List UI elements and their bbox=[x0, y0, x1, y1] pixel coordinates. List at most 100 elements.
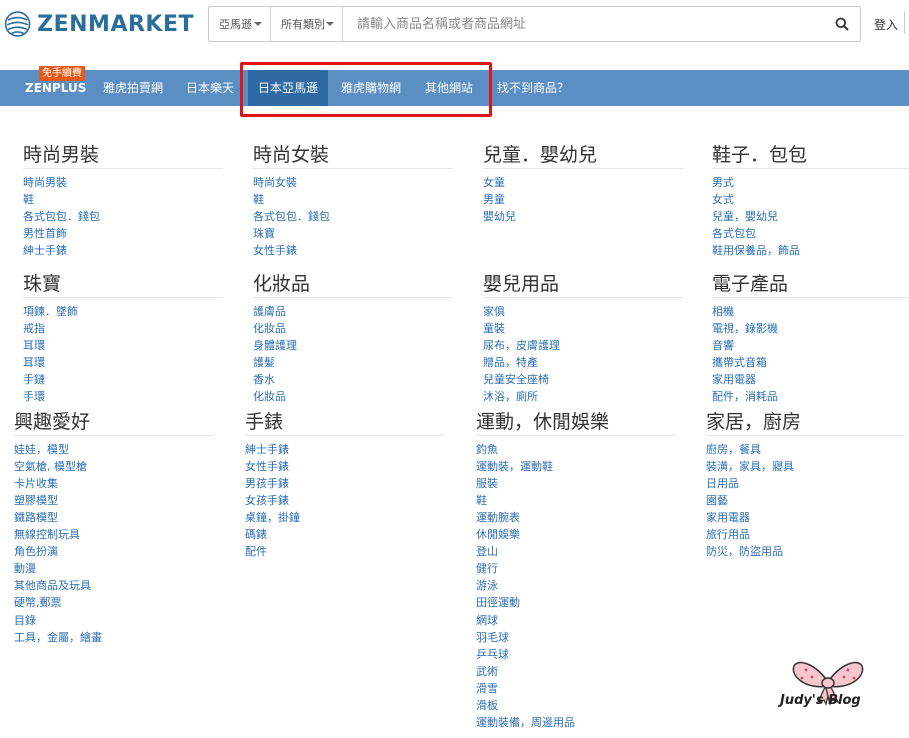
category-link[interactable]: 動漫 bbox=[14, 562, 36, 576]
category-title[interactable]: 兒童．嬰幼兒 bbox=[483, 140, 597, 167]
category-title[interactable]: 珠寶 bbox=[23, 269, 61, 296]
category-link[interactable]: 廚房，餐具 bbox=[706, 443, 761, 457]
category-link[interactable]: 鞋用保養品，飾品 bbox=[712, 244, 800, 258]
category-link[interactable]: 配件，消耗品 bbox=[712, 390, 778, 404]
category-link[interactable]: 空氣槍, 模型槍 bbox=[14, 460, 87, 474]
category-title[interactable]: 時尚男裝 bbox=[23, 140, 99, 167]
category-link[interactable]: 滑雪 bbox=[476, 682, 498, 696]
category-link[interactable]: 運動裝，運動鞋 bbox=[476, 460, 553, 474]
category-link[interactable]: 鞋 bbox=[476, 494, 487, 508]
category-link[interactable]: 田徑運動 bbox=[476, 596, 520, 610]
category-link[interactable]: 運動裝備，周邊用品 bbox=[476, 716, 575, 730]
category-link[interactable]: 電視，錄影機 bbox=[712, 322, 778, 336]
category-link[interactable]: 其他商品及玩具 bbox=[14, 579, 91, 593]
category-link[interactable]: 女孩手錶 bbox=[245, 494, 289, 508]
category-select[interactable]: 所有類別 bbox=[271, 7, 343, 41]
category-link[interactable]: 工具，金屬，繪畫 bbox=[14, 631, 102, 645]
category-link[interactable]: 配件 bbox=[245, 545, 267, 559]
category-link[interactable]: 各式包包．錢包 bbox=[253, 210, 330, 224]
category-link[interactable]: 時尚女裝 bbox=[253, 176, 297, 190]
category-link[interactable]: 武術 bbox=[476, 665, 498, 679]
category-link[interactable]: 尿布，皮膚護理 bbox=[483, 339, 560, 353]
category-link[interactable]: 女式 bbox=[712, 193, 734, 207]
category-link[interactable]: 化妝品 bbox=[253, 322, 286, 336]
category-link[interactable]: 女性手錶 bbox=[253, 244, 297, 258]
category-link[interactable]: 乒乓球 bbox=[476, 648, 509, 662]
category-title[interactable]: 電子產品 bbox=[712, 269, 788, 296]
category-link[interactable]: 家用電器 bbox=[712, 373, 756, 387]
category-link[interactable]: 珠寶 bbox=[253, 227, 275, 241]
category-link[interactable]: 音響 bbox=[712, 339, 734, 353]
category-link[interactable]: 護髮 bbox=[253, 356, 275, 370]
category-link[interactable]: 運動腕表 bbox=[476, 511, 520, 525]
site-select[interactable]: 亞馬遜 bbox=[209, 7, 271, 41]
category-link[interactable]: 女性手錶 bbox=[245, 460, 289, 474]
category-link[interactable]: 男孩手錶 bbox=[245, 477, 289, 491]
category-link[interactable]: 手環 bbox=[23, 390, 45, 404]
category-link[interactable]: 化妝品 bbox=[253, 390, 286, 404]
category-link[interactable]: 休閒娛樂 bbox=[476, 528, 520, 542]
category-link[interactable]: 手鏈 bbox=[23, 373, 45, 387]
category-link[interactable]: 塑膠模型 bbox=[14, 494, 58, 508]
category-link[interactable]: 沐浴，廁所 bbox=[483, 390, 538, 404]
nav-item-rakuten[interactable]: 日本樂天 bbox=[186, 70, 234, 106]
category-link[interactable]: 裝潢，家具，寢具 bbox=[706, 460, 794, 474]
category-link[interactable]: 香水 bbox=[253, 373, 275, 387]
category-link[interactable]: 紳士手錶 bbox=[23, 244, 67, 258]
category-link[interactable]: 男性首飾 bbox=[23, 227, 67, 241]
category-link[interactable]: 園藝 bbox=[706, 494, 728, 508]
category-link[interactable]: 各式包包 bbox=[712, 227, 756, 241]
category-link[interactable]: 家俱 bbox=[483, 305, 505, 319]
category-link[interactable]: 旅行用品 bbox=[706, 528, 750, 542]
category-link[interactable]: 目錄 bbox=[14, 614, 36, 628]
category-link[interactable]: 耳環 bbox=[23, 339, 45, 353]
category-link[interactable]: 釣魚 bbox=[476, 443, 498, 457]
category-link[interactable]: 防災，防盜用品 bbox=[706, 545, 783, 559]
category-link[interactable]: 紳士手錶 bbox=[245, 443, 289, 457]
category-link[interactable]: 家用電器 bbox=[706, 511, 750, 525]
category-link[interactable]: 登山 bbox=[476, 545, 498, 559]
category-link[interactable]: 碼錶 bbox=[245, 528, 267, 542]
zenmarket-logo[interactable]: ZENMARKET bbox=[4, 6, 194, 42]
category-link[interactable]: 無線控制玩具 bbox=[14, 528, 80, 542]
category-link[interactable]: 滑板 bbox=[476, 699, 498, 713]
category-link[interactable]: 耳環 bbox=[23, 356, 45, 370]
category-link[interactable]: 羽毛球 bbox=[476, 631, 509, 645]
category-link[interactable]: 時尚男裝 bbox=[23, 176, 67, 190]
category-title[interactable]: 手錶 bbox=[245, 407, 283, 434]
category-link[interactable]: 游泳 bbox=[476, 579, 498, 593]
category-link[interactable]: 項鍊．墜飾 bbox=[23, 305, 78, 319]
category-link[interactable]: 角色扮演 bbox=[14, 545, 58, 559]
category-link[interactable]: 各式包包．錢包 bbox=[23, 210, 100, 224]
category-title[interactable]: 化妝品 bbox=[253, 269, 310, 296]
category-title[interactable]: 興趣愛好 bbox=[14, 407, 90, 434]
nav-item-cannot-find[interactable]: 找不到商品？ bbox=[497, 70, 569, 106]
category-link[interactable]: 嬰幼兒 bbox=[483, 210, 516, 224]
category-title[interactable]: 嬰兒用品 bbox=[483, 269, 559, 296]
category-link[interactable]: 服裝 bbox=[476, 477, 498, 491]
category-link[interactable]: 護膚品 bbox=[253, 305, 286, 319]
category-link[interactable]: 男式 bbox=[712, 176, 734, 190]
category-title[interactable]: 時尚女裝 bbox=[253, 140, 329, 167]
category-link[interactable]: 鐵路模型 bbox=[14, 511, 58, 525]
category-link[interactable]: 網球 bbox=[476, 614, 498, 628]
category-title[interactable]: 家居，廚房 bbox=[706, 407, 801, 434]
nav-item-yahoo-auction[interactable]: 雅虎拍賣網 bbox=[103, 70, 163, 106]
category-link[interactable]: 鞋 bbox=[253, 193, 264, 207]
category-link[interactable]: 硬幣,郵票 bbox=[14, 596, 62, 610]
category-link[interactable]: 戒指 bbox=[23, 322, 45, 336]
category-link[interactable]: 童裝 bbox=[483, 322, 505, 336]
search-input[interactable] bbox=[343, 7, 824, 41]
category-link[interactable]: 卡片收集 bbox=[14, 477, 58, 491]
category-link[interactable]: 娃娃，模型 bbox=[14, 443, 69, 457]
category-link[interactable]: 身體護理 bbox=[253, 339, 297, 353]
category-link[interactable]: 健行 bbox=[476, 562, 498, 576]
category-title[interactable]: 鞋子．包包 bbox=[712, 140, 807, 167]
search-button[interactable] bbox=[824, 7, 860, 41]
category-link[interactable]: 女童 bbox=[483, 176, 505, 190]
category-link[interactable]: 鞋 bbox=[23, 193, 34, 207]
category-link[interactable]: 攜帶式音箱 bbox=[712, 356, 767, 370]
category-link[interactable]: 日用品 bbox=[706, 477, 739, 491]
category-link[interactable]: 桌鐘，掛鐘 bbox=[245, 511, 300, 525]
category-link[interactable]: 相機 bbox=[712, 305, 734, 319]
